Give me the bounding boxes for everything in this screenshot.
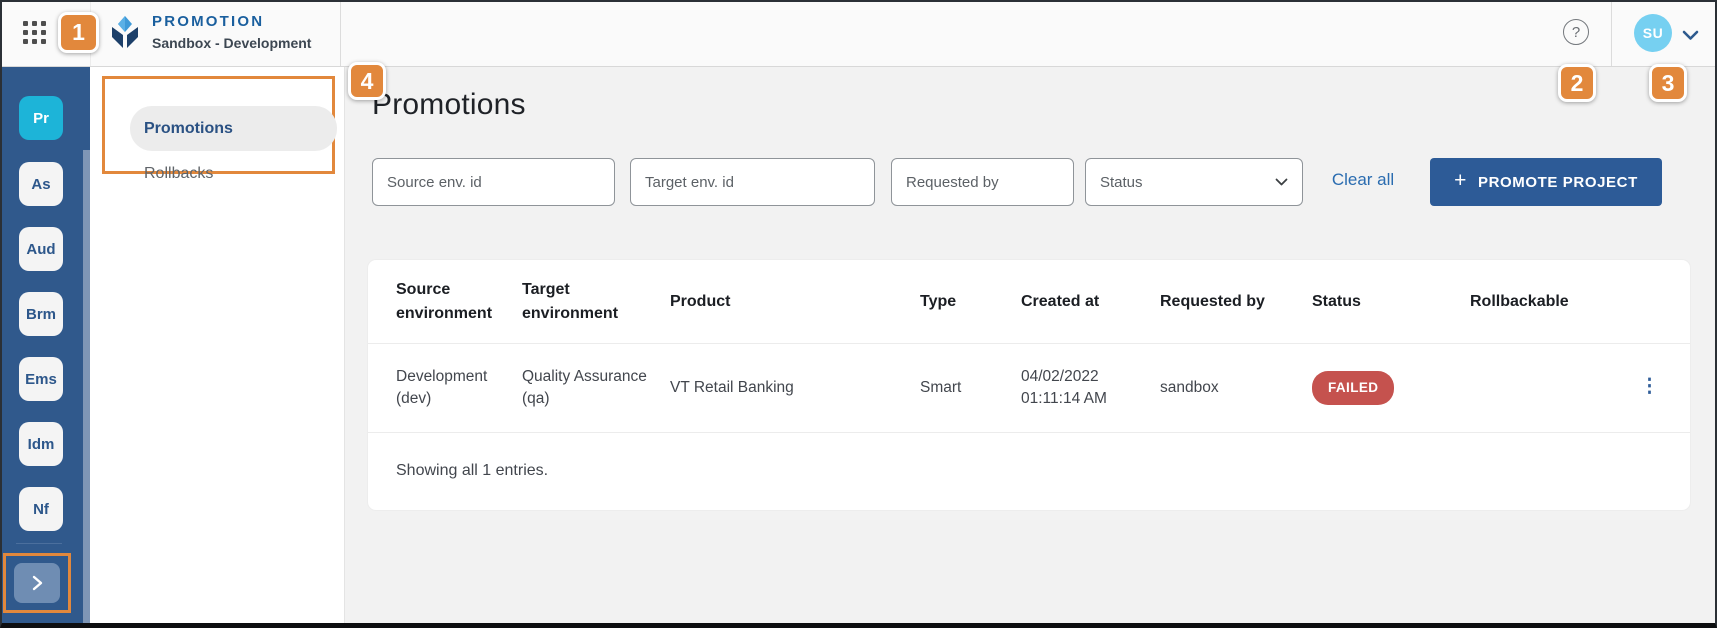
annotation-badge-2: 2 [1558, 64, 1596, 102]
cell-status: FAILED [1312, 371, 1470, 405]
sidebar-item-brm[interactable]: Brm [19, 292, 63, 336]
status-badge-failed: FAILED [1312, 371, 1394, 405]
app-header: PROMOTION Sandbox - Development ? SU [0, 0, 1717, 67]
nav-item-promotions[interactable]: Promotions [130, 106, 337, 151]
user-menu-chevron-down-icon[interactable] [1682, 28, 1699, 46]
header-divider [340, 0, 341, 66]
sidebar-item-pr[interactable]: Pr [19, 96, 63, 140]
header-divider [1611, 0, 1612, 66]
sidebar-item-ems[interactable]: Ems [19, 357, 63, 401]
sidebar-divider [16, 543, 62, 544]
app-subtitle: Sandbox - Development [152, 35, 311, 53]
user-avatar[interactable]: SU [1634, 14, 1672, 52]
annotation-badge-3: 3 [1649, 64, 1687, 102]
table-footer: Showing all 1 entries. [368, 433, 1690, 509]
table-footer-text: Showing all 1 entries. [396, 462, 548, 480]
promotions-table-card: Source environment Target environment Pr… [368, 260, 1690, 510]
sidebar-item-aud[interactable]: Aud [19, 227, 63, 271]
app-title: PROMOTION [152, 13, 311, 32]
help-glyph: ? [1572, 24, 1580, 41]
table-header-row: Source environment Target environment Pr… [368, 260, 1690, 344]
nav-item-rollbacks[interactable]: Rollbacks [144, 165, 213, 183]
promote-project-label: PROMOTE PROJECT [1478, 174, 1638, 191]
col-type: Type [920, 290, 1021, 314]
chevron-down-icon [1275, 178, 1288, 186]
app-sidebar: Pr As Aud Brm Ems Idm Nf [0, 66, 90, 628]
sidebar-item-idm[interactable]: Idm [19, 422, 63, 466]
app-switcher-grid-icon[interactable] [23, 21, 49, 47]
chevron-right-icon [30, 573, 44, 593]
col-target-environment: Target environment [522, 278, 670, 326]
annotation-box-nav: Promotions Rollbacks [102, 76, 335, 174]
requested-by-input[interactable] [891, 158, 1074, 206]
col-product: Product [670, 290, 920, 314]
status-select[interactable]: Status [1085, 158, 1303, 206]
sidebar-expand-button[interactable] [14, 563, 60, 603]
cell-created-at: 04/02/2022 01:11:14 AM [1021, 366, 1160, 411]
secondary-nav: Promotions Rollbacks [90, 66, 345, 628]
annotation-box-expand [3, 553, 71, 613]
annotation-badge-4: 4 [348, 62, 386, 100]
cell-requested-by: sandbox [1160, 377, 1312, 399]
source-env-id-input[interactable] [372, 158, 615, 206]
cell-type: Smart [920, 377, 1021, 399]
cell-product: VT Retail Banking [670, 377, 920, 399]
col-rollbackable: Rollbackable [1470, 290, 1632, 314]
page-title: Promotions [372, 88, 526, 122]
promote-project-button[interactable]: + PROMOTE PROJECT [1430, 158, 1662, 206]
cell-target-environment: Quality Assurance (qa) [522, 366, 670, 411]
sidebar-item-nf[interactable]: Nf [19, 487, 63, 531]
col-requested-by: Requested by [1160, 290, 1312, 314]
cell-source-environment: Development (dev) [396, 366, 522, 411]
avatar-initials: SU [1643, 25, 1663, 41]
help-icon[interactable]: ? [1563, 19, 1589, 45]
target-env-id-input[interactable] [630, 158, 875, 206]
table-row: Development (dev) Quality Assurance (qa)… [368, 344, 1690, 433]
row-actions-kebab-icon[interactable]: ⋮ [1632, 372, 1667, 401]
status-select-label: Status [1100, 174, 1143, 191]
col-source-environment: Source environment [396, 278, 522, 326]
clear-all-link[interactable]: Clear all [1313, 170, 1413, 190]
annotation-badge-1: 1 [58, 12, 99, 53]
sidebar-item-as[interactable]: As [19, 162, 63, 206]
main-content: Promotions Status Clear all + PROMOTE PR… [344, 66, 1717, 628]
col-status: Status [1312, 290, 1470, 314]
col-created-at: Created at [1021, 290, 1160, 314]
cell-actions: ⋮ [1632, 377, 1690, 399]
promotion-app-window: PROMOTION Sandbox - Development ? SU 1 2… [0, 0, 1717, 628]
backbase-logo-icon [108, 15, 142, 54]
plus-icon: + [1454, 169, 1467, 193]
sidebar-scrollbar[interactable] [83, 150, 90, 628]
